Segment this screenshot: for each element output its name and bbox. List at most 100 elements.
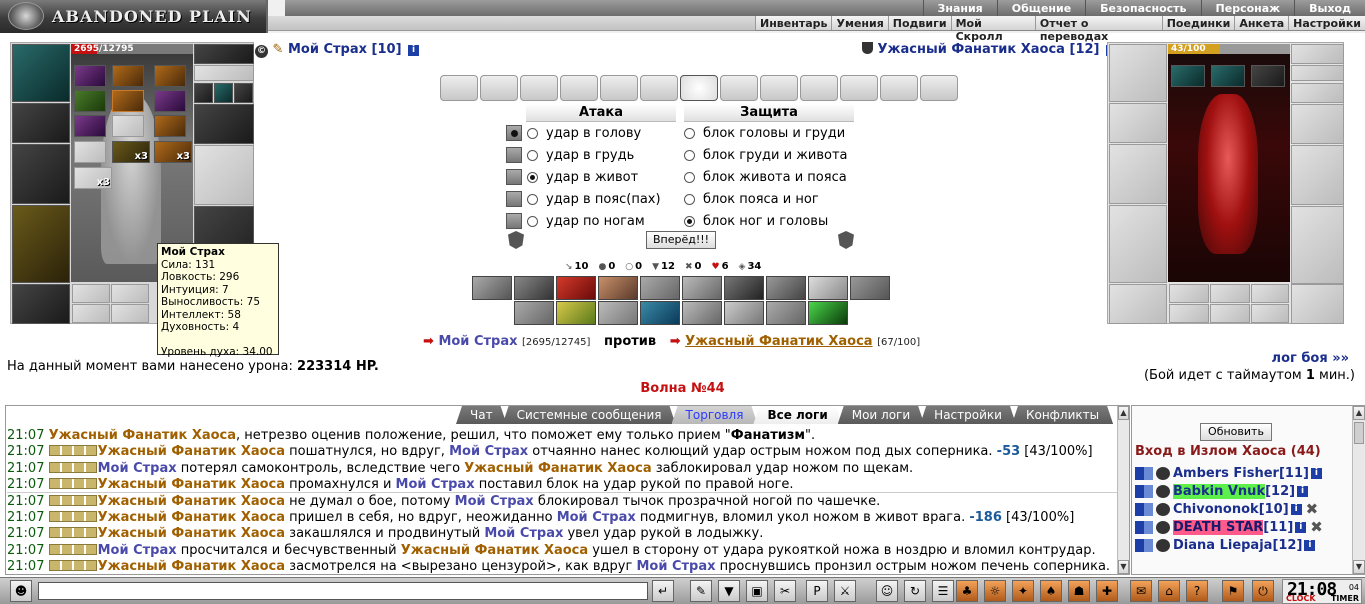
skill-icon[interactable] xyxy=(766,276,806,300)
user-name[interactable]: Babkin Vnuk xyxy=(1173,483,1266,499)
user-name[interactable]: Chivononok xyxy=(1173,502,1259,517)
defense-option[interactable]: блок пояса и ног xyxy=(684,188,819,210)
private-icon[interactable]: P xyxy=(806,580,828,602)
enemy-rune-bottom-6[interactable] xyxy=(1251,304,1289,323)
skill-icon[interactable] xyxy=(514,276,554,300)
versus-player-name[interactable]: Мой Страх xyxy=(438,334,517,349)
enemy-rune-bottom-2[interactable] xyxy=(1210,284,1250,303)
attack-option[interactable]: удар в грудь xyxy=(506,144,634,166)
enemy-bracers-slot[interactable] xyxy=(1109,103,1167,143)
enemy-name[interactable]: Ужасный Фанатик Хаоса xyxy=(878,42,1065,57)
mail-icon[interactable]: ✉ xyxy=(1130,580,1152,602)
send-enter-icon[interactable]: ↵ xyxy=(652,580,674,602)
item-slot-scroll[interactable]: x3 xyxy=(112,141,150,163)
log-actor[interactable]: Ужасный Фанатик Хаоса xyxy=(49,428,236,443)
skill-icon[interactable] xyxy=(682,301,722,325)
enemy-rune-1[interactable] xyxy=(1171,65,1205,87)
close-icon[interactable]: ✖ xyxy=(1310,518,1323,536)
character-icon[interactable]: ☼ xyxy=(984,580,1006,602)
scroll-slot[interactable] xyxy=(600,75,638,101)
help-icon[interactable]: ? xyxy=(1186,580,1208,602)
player-name[interactable]: Мой Страх xyxy=(288,42,367,57)
chat-head-icon[interactable]: ☻ xyxy=(10,580,32,602)
battle-log-link[interactable]: лог боя »» xyxy=(1272,351,1349,366)
enemy-rune-3[interactable] xyxy=(1251,65,1285,87)
scroll-slot[interactable] xyxy=(640,75,678,101)
market-icon[interactable]: ✚ xyxy=(1096,580,1118,602)
log-actor[interactable]: Ужасный Фанатик Хаоса xyxy=(98,477,285,492)
player-info-icon[interactable]: i xyxy=(408,45,420,56)
rune-slot-2[interactable] xyxy=(112,65,144,87)
tab-trade[interactable]: Торговля xyxy=(672,406,758,424)
item-slot-cat[interactable] xyxy=(74,141,106,163)
enemy-rune-2[interactable] xyxy=(1211,65,1245,87)
skill-icon[interactable] xyxy=(808,276,848,300)
enemy-leggings-slot[interactable] xyxy=(1291,206,1344,284)
skill-icon[interactable] xyxy=(724,301,764,325)
tab-conflicts[interactable]: Конфликты xyxy=(1012,406,1113,424)
enemy-amulet-slot[interactable] xyxy=(1291,44,1344,64)
user-info-icon[interactable]: i xyxy=(1304,539,1316,551)
enemy-armor-slot[interactable] xyxy=(1109,205,1167,283)
enemy-rings-slot[interactable] xyxy=(1291,83,1344,103)
ring-slot-3[interactable] xyxy=(234,83,253,103)
defense-option[interactable]: блок груди и живота xyxy=(684,144,848,166)
enemy-earrings-slot[interactable] xyxy=(1291,65,1344,81)
menu-character[interactable]: Персонаж xyxy=(1200,0,1295,16)
user-name[interactable]: Ambers Fisher xyxy=(1173,466,1279,481)
tab-system-messages[interactable]: Системные сообщения xyxy=(503,406,676,424)
chat-input[interactable] xyxy=(38,582,648,600)
user-info-icon[interactable]: i xyxy=(1295,521,1307,533)
user-info-icon[interactable]: i xyxy=(1290,503,1302,515)
rune-slot-3[interactable] xyxy=(154,65,186,87)
submenu-transfers[interactable]: Отчет о переводах xyxy=(1034,16,1162,43)
armor-slot[interactable] xyxy=(12,205,70,283)
log-actor[interactable]: Ужасный Фанатик Хаоса xyxy=(98,510,285,525)
tab-my-logs[interactable]: Мои логи xyxy=(838,406,924,424)
attack-radio[interactable] xyxy=(527,193,538,205)
exit-icon[interactable]: ⏻ xyxy=(1252,580,1274,602)
ring-slot-2[interactable] xyxy=(214,83,233,103)
enemy-rune-bottom-4[interactable] xyxy=(1169,304,1209,323)
log-name[interactable]: Мой Страх xyxy=(484,526,563,541)
rune-slot-6[interactable] xyxy=(154,90,186,112)
versus-enemy-name[interactable]: Ужасный Фанатик Хаоса xyxy=(685,334,872,349)
scroll-down-button[interactable]: ▼ xyxy=(1353,560,1365,574)
scroll-slot[interactable] xyxy=(880,75,918,101)
user-info-icon[interactable]: i xyxy=(1310,467,1322,479)
flag-icon[interactable]: ⚑ xyxy=(1222,580,1244,602)
scroll-slot[interactable] xyxy=(560,75,598,101)
log-name[interactable]: Мой Страх xyxy=(636,559,715,574)
weapon-left-slot[interactable] xyxy=(12,144,70,204)
filter-icon[interactable]: ▼ xyxy=(718,580,740,602)
scroll-thumb[interactable] xyxy=(1354,422,1364,444)
skill-icon[interactable] xyxy=(724,276,764,300)
log-name[interactable]: Мой Страх xyxy=(455,494,534,509)
skill-icon[interactable] xyxy=(556,301,596,325)
enemy-rune-bottom-3[interactable] xyxy=(1251,284,1289,303)
defense-option[interactable]: блок ног и головы xyxy=(684,210,828,232)
mute-icon[interactable]: ⚔ xyxy=(834,580,856,602)
attack-checkbox[interactable] xyxy=(506,147,522,163)
map-icon[interactable]: ⌂ xyxy=(1158,580,1180,602)
earrings-slot[interactable] xyxy=(194,65,254,81)
scroll-slot[interactable] xyxy=(840,75,878,101)
enemy-gloves-slot[interactable] xyxy=(1291,104,1344,144)
rune-slot-1[interactable] xyxy=(74,65,106,87)
amulet-slot[interactable] xyxy=(194,44,254,64)
forward-button[interactable]: Вперёд!!! xyxy=(646,231,716,249)
rune-bottom-4[interactable] xyxy=(111,304,149,323)
friends-icon[interactable]: ☗ xyxy=(1068,580,1090,602)
submenu-settings[interactable]: Настройки xyxy=(1288,16,1365,30)
log-actor[interactable]: Ужасный Фанатик Хаоса xyxy=(98,526,285,541)
rune-bottom-2[interactable] xyxy=(111,284,149,303)
defense-radio[interactable] xyxy=(684,215,695,227)
close-icon[interactable]: ✖ xyxy=(1306,500,1319,518)
attack-radio[interactable] xyxy=(527,149,538,161)
clan-icon[interactable]: ♠ xyxy=(1040,580,1062,602)
tab-all-logs[interactable]: Все логи xyxy=(753,406,841,424)
ring-slot-1[interactable] xyxy=(194,83,213,103)
scroll-down-button[interactable]: ▼ xyxy=(1118,560,1129,574)
submenu-inventory[interactable]: Инвентарь xyxy=(755,16,831,30)
attack-checkbox[interactable] xyxy=(506,125,522,141)
